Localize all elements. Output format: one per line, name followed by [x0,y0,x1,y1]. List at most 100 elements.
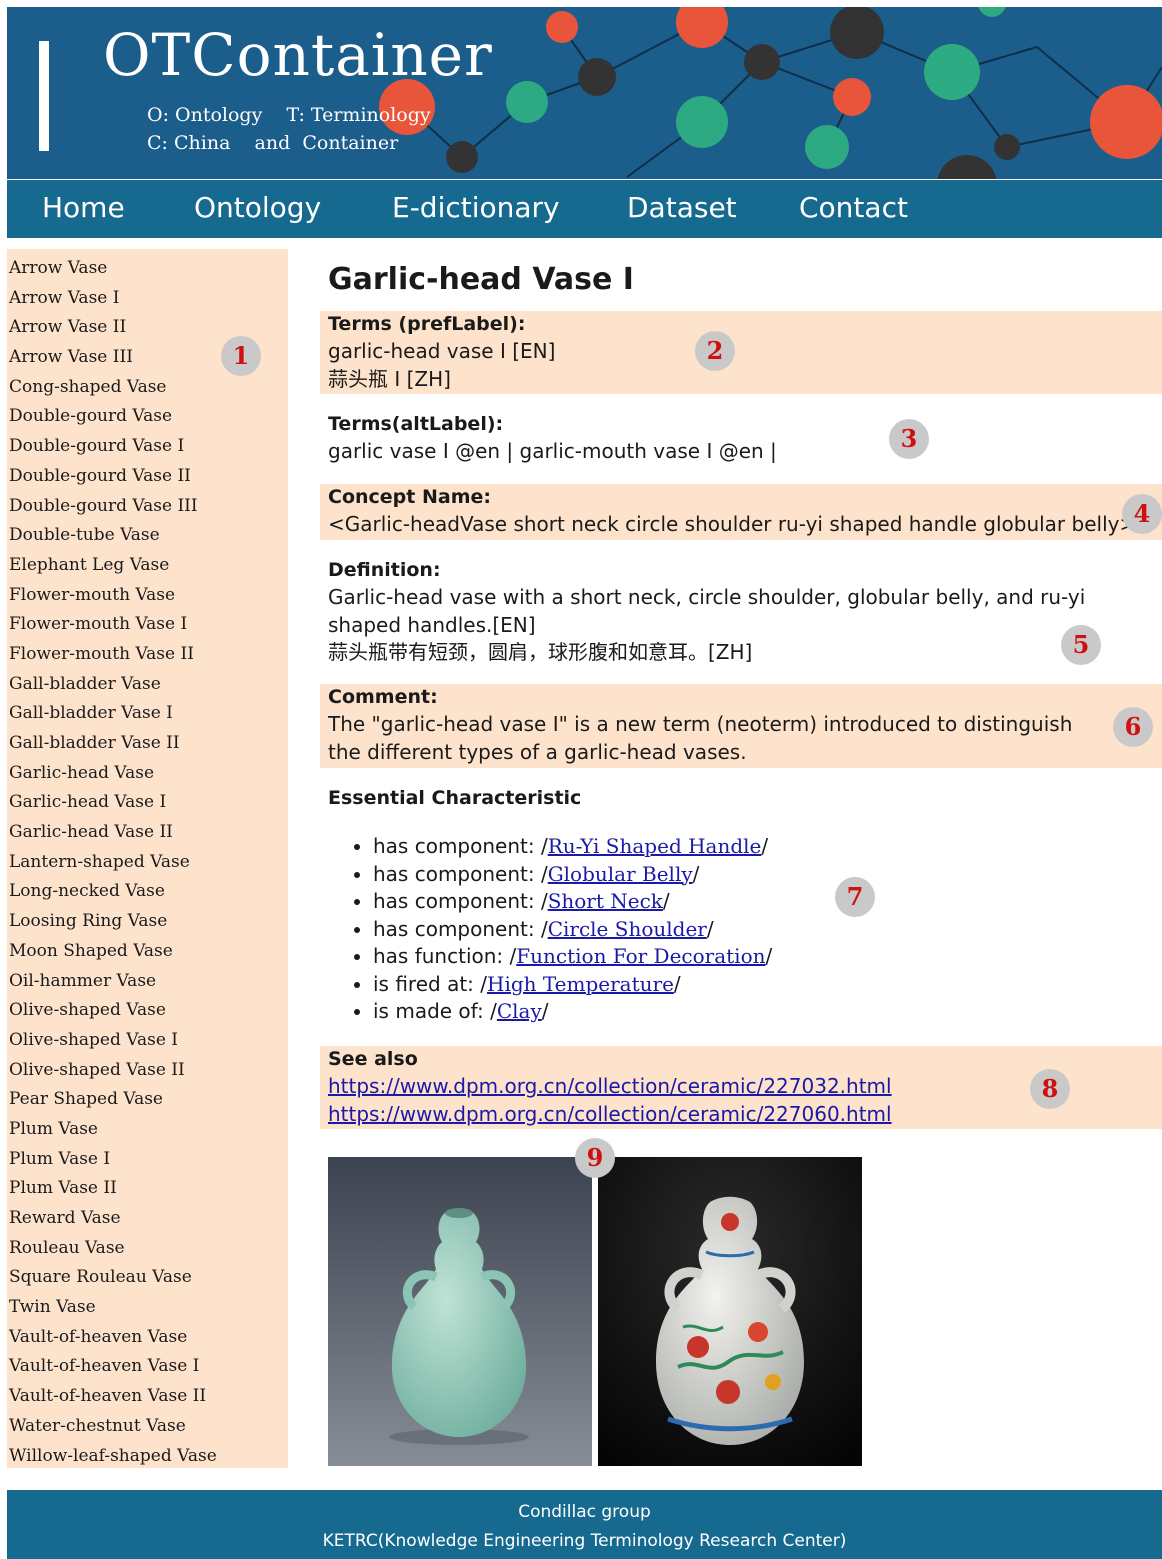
alt-label-value: garlic vase I @en | garlic-mouth vase I … [328,439,777,463]
sidebar-item[interactable]: Olive-shaped Vase [9,999,288,1029]
characteristic-link[interactable]: Circle Shoulder [548,917,707,941]
see-also-link-2[interactable]: https://www.dpm.org.cn/collection/cerami… [328,1101,892,1129]
comment-section: Comment: The "garlic-head vase I" is a n… [320,684,1162,768]
sidebar-item[interactable]: Olive-shaped Vase II [9,1059,288,1089]
sidebar-item[interactable]: Double-tube Vase [9,524,288,554]
sidebar-item[interactable]: Plum Vase I [9,1148,288,1178]
characteristic-suffix: / [541,999,549,1023]
sidebar-item[interactable]: Plum Vase II [9,1177,288,1207]
sidebar-item[interactable]: Garlic-head Vase II [9,821,288,851]
nav-dataset[interactable]: Dataset [627,191,737,224]
sidebar-item[interactable]: Oil-hammer Vase [9,970,288,1000]
sidebar-item[interactable]: Flower-mouth Vase [9,584,288,614]
definition-section: Definition: Garlic-head vase with a shor… [320,557,1162,669]
vase-type-list: Arrow Vase Arrow Vase I Arrow Vase II Arrow… [7,249,288,1474]
sidebar-item[interactable]: Moon Shaped Vase [9,940,288,970]
sidebar-item[interactable]: Vault-of-heaven Vase I [9,1355,288,1385]
characteristic-link[interactable]: Function For Decoration [516,944,765,968]
characteristic-item: is made of: /Clay/ [373,998,1162,1026]
characteristic-suffix: / [662,889,670,913]
sidebar-item[interactable]: Rouleau Vase [9,1237,288,1267]
sidebar-item[interactable]: Cong-shaped Vase [9,376,288,406]
main-nav: Home Ontology E-dictionary Dataset Conta… [7,180,1162,238]
header-banner: OTContainer O: Ontology T: Terminology C… [7,7,1162,179]
characteristic-item: has function: /Function For Decoration/ [373,943,1162,971]
pref-label-section: Terms (prefLabel): garlic-head vase I [E… [320,311,1162,394]
footer-center-name: KETRC(Knowledge Engineering Terminology … [322,1531,847,1551]
sidebar-item[interactable]: Elephant Leg Vase [9,554,288,584]
characteristic-relation: has component: / [373,861,548,886]
sidebar-item[interactable]: Lantern-shaped Vase [9,851,288,881]
marker-2: 2 [695,331,735,371]
marker-3: 3 [889,419,929,459]
site-subtitle-line2: C: China and Container [147,132,399,154]
sidebar-item[interactable]: Gall-bladder Vase I [9,702,288,732]
marker-1: 1 [221,336,261,376]
essential-characteristic-section: Essential Characteristic has component: … [320,785,1162,1030]
characteristic-relation: has component: / [373,834,548,858]
sidebar-item[interactable]: Arrow Vase I [9,287,288,317]
nav-home[interactable]: Home [42,191,125,224]
characteristic-relation: has component: / [373,916,548,941]
sidebar-item[interactable]: Garlic-head Vase I [9,791,288,821]
nav-e-dictionary[interactable]: E-dictionary [392,191,560,224]
sidebar-item[interactable]: Twin Vase [9,1296,288,1326]
characteristic-item: is fired at: /High Temperature/ [373,971,1162,999]
characteristic-item: has component: /Short Neck/ [373,888,1162,916]
definition-zh: 蒜头瓶带有短颈，圆肩，球形腹和如意耳。[ZH] [328,640,753,664]
logo-bar [39,41,49,151]
sidebar-item[interactable]: Loosing Ring Vase [9,910,288,940]
nav-ontology[interactable]: Ontology [194,191,321,224]
sidebar-item[interactable]: Gall-bladder Vase [9,673,288,703]
characteristic-relation: is fired at: / [373,971,488,996]
characteristic-link[interactable]: Clay [497,999,542,1023]
sidebar-item[interactable]: Garlic-head Vase [9,762,288,792]
sidebar-item[interactable]: Water-chestnut Vase [9,1415,288,1445]
essential-characteristic-heading: Essential Characteristic [328,787,582,809]
pref-label-en: garlic-head vase I [EN] [328,339,556,363]
characteristic-item: has component: /Ru-Yi Shaped Handle/ [373,833,1162,861]
sidebar-item[interactable]: Olive-shaped Vase I [9,1029,288,1059]
characteristic-suffix: / [692,861,700,886]
sidebar-item[interactable]: Vault-of-heaven Vase [9,1326,288,1356]
characteristic-link[interactable]: Globular Belly [548,862,693,886]
vase-type-sidebar: Arrow Vase Arrow Vase I Arrow Vase II Arrow… [7,249,288,1468]
characteristic-suffix: / [761,834,769,858]
sidebar-item[interactable]: Vault-of-heaven Vase II [9,1385,288,1415]
sidebar-item[interactable]: Square Rouleau Vase [9,1266,288,1296]
marker-5: 5 [1061,625,1101,665]
alt-label-heading: Terms(altLabel): [328,413,504,435]
sidebar-item[interactable]: Double-gourd Vase III [9,495,288,525]
alt-label-section: Terms(altLabel): garlic vase I @en | gar… [320,411,1162,469]
page-title: Garlic-head Vase I [328,262,634,297]
sidebar-item[interactable]: Double-gourd Vase I [9,435,288,465]
sidebar-item[interactable]: Arrow Vase [9,257,288,287]
sidebar-item[interactable]: Flower-mouth Vase II [9,643,288,673]
nav-contact[interactable]: Contact [799,191,908,224]
site-subtitle-line1: O: Ontology T: Terminology [147,104,431,126]
definition-en: Garlic-head vase with a short neck, circ… [328,585,1086,637]
sidebar-item[interactable]: Gall-bladder Vase II [9,732,288,762]
characteristic-link[interactable]: Ru-Yi Shaped Handle [548,834,762,858]
sidebar-item[interactable]: Flower-mouth Vase I [9,613,288,643]
famille-rose-vase-image [598,1157,862,1466]
footer-group-name: Condillac group [518,1502,651,1522]
characteristic-suffix: / [673,971,681,996]
characteristic-link[interactable]: High Temperature [487,972,674,996]
characteristic-link[interactable]: Short Neck [548,889,663,913]
concept-name-section: Concept Name: <Garlic-headVase short nec… [320,484,1162,540]
concept-name-value: <Garlic-headVase short neck circle shoul… [328,512,1137,536]
see-also-link-1[interactable]: https://www.dpm.org.cn/collection/cerami… [328,1073,892,1101]
sidebar-item[interactable]: Pear Shaped Vase [9,1088,288,1118]
sidebar-item[interactable]: Double-gourd Vase [9,405,288,435]
sidebar-item[interactable]: Double-gourd Vase II [9,465,288,495]
sidebar-item[interactable]: Plum Vase [9,1118,288,1148]
comment-heading: Comment: [328,686,438,708]
footer: Condillac group KETRC(Knowledge Engineer… [7,1490,1162,1559]
marker-7: 7 [835,877,875,917]
sidebar-item[interactable]: Reward Vase [9,1207,288,1237]
sidebar-item[interactable]: Willow-leaf-shaped Vase [9,1445,288,1475]
sidebar-item[interactable]: Long-necked Vase [9,880,288,910]
characteristic-relation: is made of: / [373,999,497,1023]
marker-8: 8 [1030,1069,1070,1109]
